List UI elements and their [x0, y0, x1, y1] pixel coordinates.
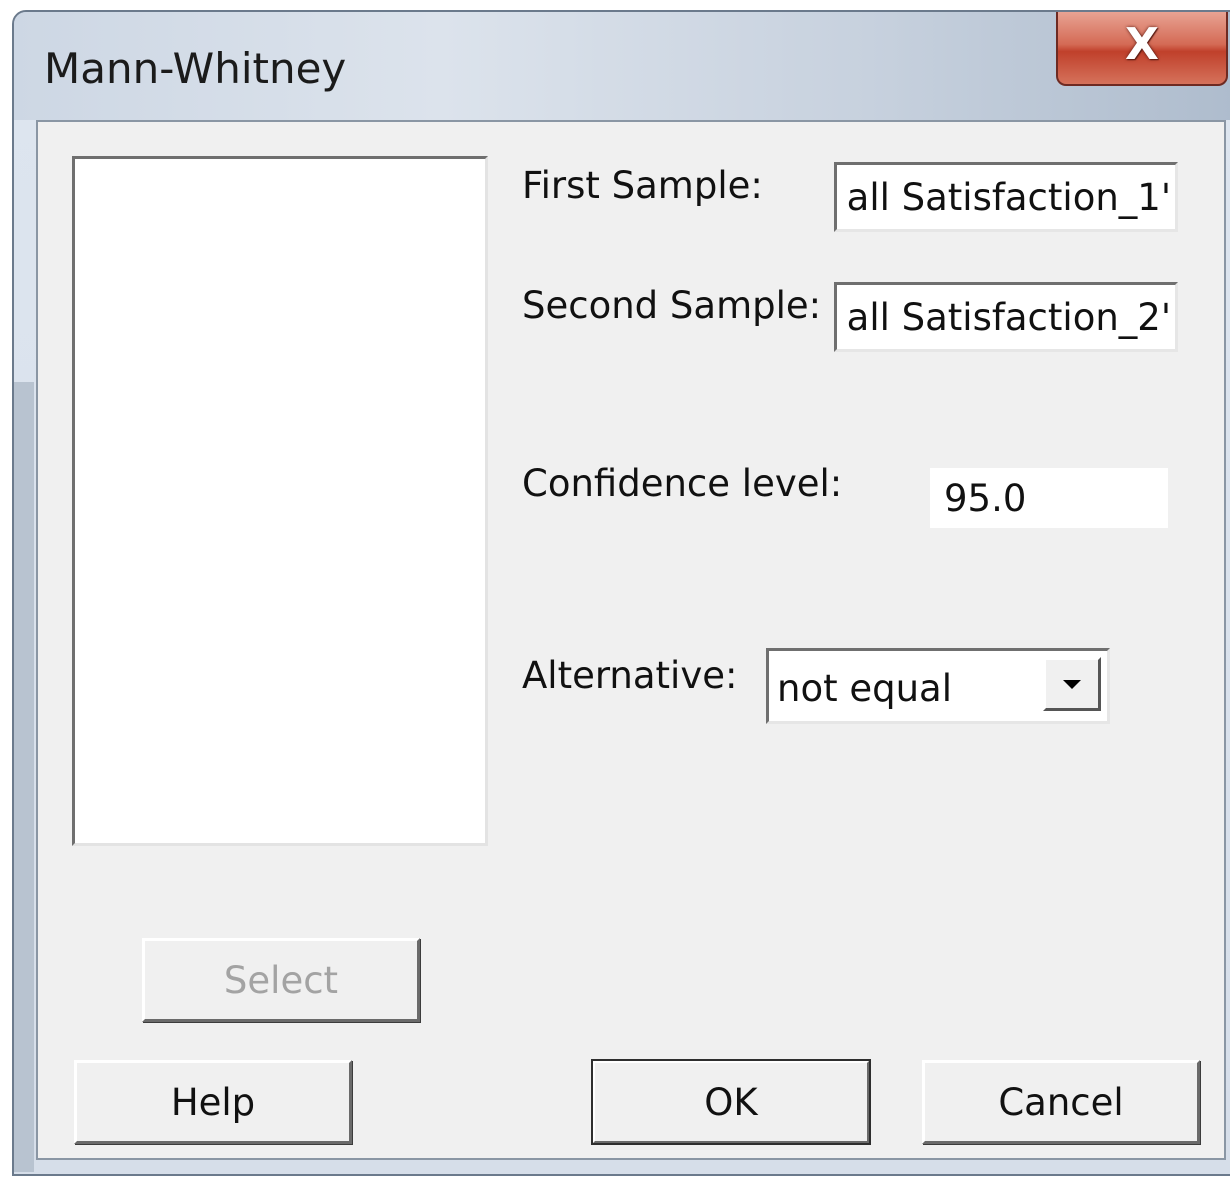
select-button[interactable]: Select: [142, 938, 420, 1022]
alternative-selected-value: not equal: [777, 667, 953, 710]
chevron-down-icon: [1063, 679, 1081, 689]
cancel-button[interactable]: Cancel: [922, 1060, 1200, 1144]
second-sample-label: Second Sample:: [522, 284, 822, 327]
first-sample-label: First Sample:: [522, 164, 763, 207]
window-frame-edge: [14, 382, 34, 1172]
alternative-dropdown[interactable]: not equal: [766, 648, 1110, 724]
second-sample-value: all Satisfaction_2': [846, 295, 1171, 339]
help-button[interactable]: Help: [74, 1060, 352, 1144]
alternative-label: Alternative:: [522, 654, 738, 697]
dropdown-button[interactable]: [1043, 657, 1101, 711]
confidence-level-label: Confidence level:: [522, 462, 843, 505]
first-sample-input[interactable]: all Satisfaction_1': [834, 162, 1178, 232]
dialog-body: First Sample: all Satisfaction_1' Second…: [36, 120, 1226, 1160]
first-sample-value: all Satisfaction_1': [846, 175, 1171, 219]
dialog-window: Mann-Whitney X First Sample: all Satisfa…: [12, 10, 1230, 1176]
close-icon: X: [1125, 19, 1159, 70]
close-button[interactable]: X: [1056, 12, 1228, 86]
variable-list[interactable]: [72, 156, 488, 846]
second-sample-input[interactable]: all Satisfaction_2': [834, 282, 1178, 352]
title-bar[interactable]: Mann-Whitney X: [14, 12, 1230, 120]
confidence-level-value: 95.0: [944, 476, 1027, 520]
confidence-level-input[interactable]: 95.0: [930, 468, 1168, 528]
dialog-title: Mann-Whitney: [44, 44, 347, 93]
ok-button[interactable]: OK: [591, 1059, 871, 1145]
